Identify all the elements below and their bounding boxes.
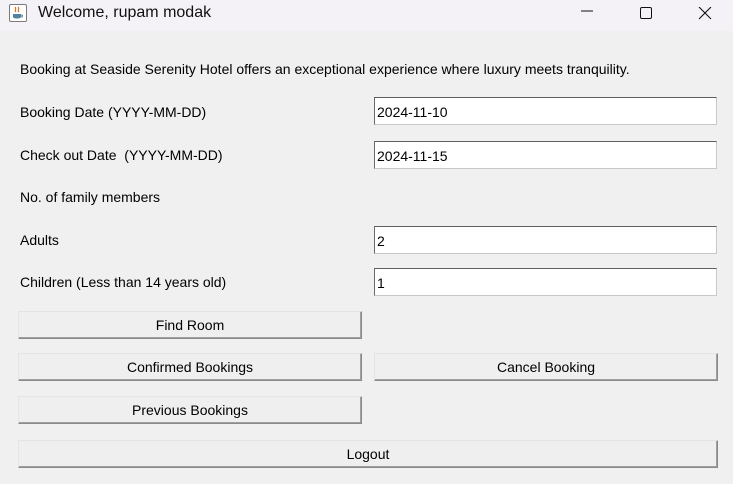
booking-date-field[interactable] [374, 97, 717, 125]
booking-date-label: Booking Date (YYYY-MM-DD) [20, 104, 207, 120]
minimize-icon [581, 10, 593, 12]
java-coffee-cup-icon [9, 4, 27, 22]
logout-button[interactable]: Logout [18, 440, 718, 468]
booking-form: Booking at Seaside Serenity Hotel offers… [0, 31, 733, 484]
adults-field[interactable] [374, 226, 717, 254]
adults-label: Adults [20, 232, 59, 248]
minimize-button[interactable] [563, 0, 609, 28]
checkout-date-field[interactable] [374, 141, 717, 169]
app-window: Welcome, rupam modak Booking at Seaside … [0, 0, 733, 484]
intro-text: Booking at Seaside Serenity Hotel offers… [20, 61, 630, 77]
close-icon [698, 7, 712, 20]
confirmed-bookings-button[interactable]: Confirmed Bookings [18, 353, 362, 381]
find-room-button[interactable]: Find Room [18, 311, 362, 339]
family-members-label: No. of family members [20, 189, 161, 205]
checkout-date-label: Check out Date (YYYY-MM-DD) [20, 147, 223, 163]
close-button[interactable] [681, 0, 727, 28]
previous-bookings-button[interactable]: Previous Bookings [18, 396, 362, 424]
window-title: Welcome, rupam modak [38, 4, 212, 21]
children-field[interactable] [374, 268, 717, 296]
cancel-booking-button[interactable]: Cancel Booking [374, 353, 718, 381]
maximize-icon [640, 7, 652, 19]
children-label: Children (Less than 14 years old) [20, 274, 227, 290]
title-bar[interactable]: Welcome, rupam modak [0, 0, 733, 31]
maximize-button[interactable] [622, 0, 668, 28]
